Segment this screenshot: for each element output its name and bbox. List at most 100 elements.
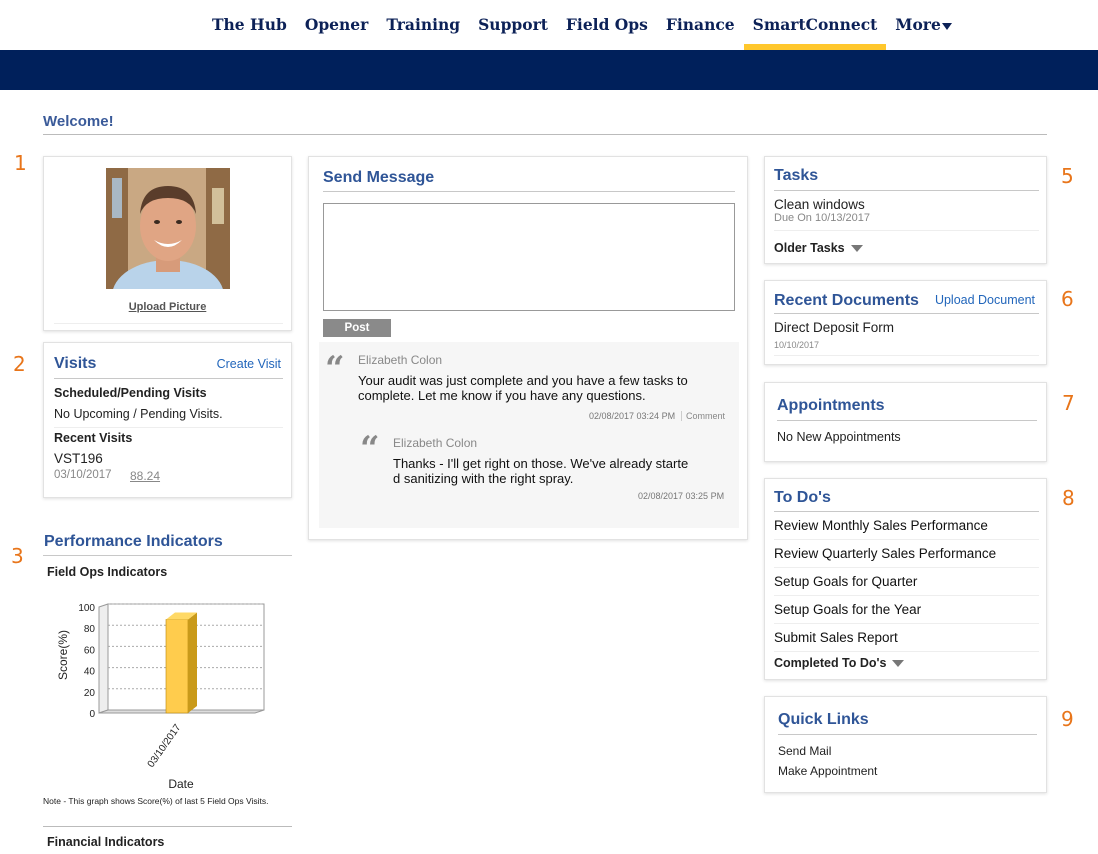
- create-visit-link[interactable]: Create Visit: [217, 357, 281, 371]
- profile-divider: [54, 323, 283, 324]
- todo-item[interactable]: Review Quarterly Sales Performance: [774, 546, 996, 561]
- tasks-rule: [774, 190, 1039, 191]
- chart-bars: [165, 612, 197, 714]
- chart-note: Note - This graph shows Score(%) of last…: [43, 796, 269, 806]
- post-author: Elizabeth Colon: [358, 353, 443, 367]
- nav-item-support[interactable]: Support: [469, 0, 557, 50]
- older-tasks-label: Older Tasks: [774, 241, 845, 255]
- scheduled-visits-value: No Upcoming / Pending Visits.: [54, 407, 223, 421]
- todos-title: To Do's: [774, 489, 831, 506]
- post-timestamp: 02/08/2017 03:24 PM: [589, 411, 676, 421]
- send-message-title: Send Message: [323, 169, 435, 186]
- nav-item-smartconnect[interactable]: SmartConnect: [743, 0, 887, 50]
- todos-card: To Do's Review Monthly Sales Performance…: [764, 478, 1047, 680]
- nav-item-more[interactable]: More: [886, 0, 961, 50]
- tasks-card: Tasks Clean windows Due On 10/13/2017 Ol…: [764, 156, 1047, 264]
- recent-visit-id[interactable]: VST196: [54, 451, 103, 466]
- section-number-1: 1: [14, 151, 27, 175]
- section-number-2: 2: [13, 352, 26, 376]
- post-button[interactable]: Post: [323, 319, 391, 337]
- performance-chart: 0 20 40 60 80 100 03/10/2017 Score(%) Date: [56, 603, 265, 791]
- caret-down-icon: [941, 22, 952, 30]
- field-ops-indicators-label: Field Ops Indicators: [47, 565, 168, 579]
- todo-divider: [774, 595, 1039, 596]
- comment-link[interactable]: Comment: [681, 411, 725, 421]
- tasks-divider: [774, 230, 1039, 231]
- section-number-9: 9: [1061, 707, 1074, 731]
- todo-item[interactable]: Setup Goals for the Year: [774, 602, 921, 617]
- triangle-down-icon: [892, 660, 905, 668]
- post-text-line-1: Your audit was just complete and you hav…: [358, 373, 688, 388]
- section-number-3: 3: [11, 544, 24, 568]
- reply-author: Elizabeth Colon: [393, 436, 478, 450]
- recent-visit-score[interactable]: 88.24: [130, 469, 160, 483]
- chart-bar: [165, 619, 189, 714]
- nav-item-training[interactable]: Training: [377, 0, 469, 50]
- completed-todos-toggle[interactable]: Completed To Do's: [774, 656, 905, 670]
- visits-title: Visits: [54, 355, 97, 372]
- section-number-6: 6: [1061, 287, 1074, 311]
- title-divider: [43, 134, 1047, 135]
- recent-visit-date: 03/10/2017: [54, 469, 112, 481]
- chart-y-axis-label: Score(%): [56, 630, 70, 680]
- chart-y-tick-label: 100: [78, 603, 95, 614]
- performance-title: Performance Indicators: [44, 533, 223, 550]
- chart-y-tick-label: 0: [89, 709, 95, 720]
- todo-item[interactable]: Review Monthly Sales Performance: [774, 518, 988, 533]
- section-number-5: 5: [1061, 164, 1074, 188]
- reply-timestamp: 02/08/2017 03:25 PM: [638, 491, 725, 501]
- task-name[interactable]: Clean windows: [774, 197, 865, 212]
- todo-divider: [774, 651, 1039, 652]
- financial-divider: [43, 826, 292, 827]
- avatar[interactable]: [106, 168, 230, 289]
- nav-item-the-hub[interactable]: The Hub: [203, 0, 296, 50]
- nav-items: The Hub Opener Training Support Field Op…: [203, 0, 961, 50]
- tasks-title: Tasks: [774, 167, 819, 184]
- triangle-down-icon: [850, 245, 863, 253]
- appointments-title: Appointments: [777, 397, 885, 414]
- nav-item-finance[interactable]: Finance: [657, 0, 744, 50]
- message-textarea[interactable]: [323, 203, 735, 311]
- nav-item-field-ops[interactable]: Field Ops: [557, 0, 657, 50]
- todo-divider: [774, 567, 1039, 568]
- send-message-card: Send Message Post “ Elizabeth Colon Your…: [308, 156, 748, 540]
- chart-y-ticks: 0 20 40 60 80 100: [78, 603, 95, 720]
- documents-rule: [774, 313, 1039, 314]
- chart-x-ticks: 03/10/2017: [146, 722, 184, 770]
- avatar-image: [106, 168, 230, 289]
- todo-divider: [774, 539, 1039, 540]
- top-navigation: The Hub Opener Training Support Field Op…: [0, 0, 1098, 50]
- older-tasks-toggle[interactable]: Older Tasks: [774, 241, 863, 255]
- header-banner: [0, 50, 1098, 90]
- chart-bar-side: [188, 612, 197, 713]
- message-feed: “ Elizabeth Colon Your audit was just co…: [319, 342, 739, 528]
- upload-document-link[interactable]: Upload Document: [935, 293, 1035, 307]
- appointments-rule: [777, 420, 1037, 421]
- reply-text-line-1: Thanks - I'll get right on those. We've …: [393, 456, 689, 471]
- quick-link-send-mail[interactable]: Send Mail: [778, 744, 831, 758]
- quick-link-make-appointment[interactable]: Make Appointment: [778, 764, 877, 778]
- todo-item[interactable]: Submit Sales Report: [774, 630, 898, 645]
- todo-item[interactable]: Setup Goals for Quarter: [774, 574, 917, 589]
- nav-more-label: More: [895, 15, 941, 34]
- send-message-rule: [323, 191, 735, 192]
- visits-card: Visits Create Visit Scheduled/Pending Vi…: [43, 342, 292, 498]
- chart-y-tick-label: 80: [84, 624, 96, 635]
- appointments-card: Appointments No New Appointments: [764, 382, 1047, 462]
- financial-indicators-label: Financial Indicators: [47, 835, 165, 849]
- quick-links-rule: [778, 734, 1037, 735]
- documents-divider: [774, 355, 1039, 356]
- profile-card: Upload Picture: [43, 156, 292, 331]
- document-name[interactable]: Direct Deposit Form: [774, 320, 894, 335]
- chart-y-tick-label: 40: [84, 667, 96, 678]
- documents-card: Recent Documents Upload Document Direct …: [764, 280, 1047, 365]
- task-due-date: Due On 10/13/2017: [774, 212, 871, 224]
- upload-picture-link[interactable]: Upload Picture: [44, 301, 291, 313]
- nav-item-opener[interactable]: Opener: [296, 0, 378, 50]
- chart-x-axis-label: Date: [168, 777, 194, 791]
- section-number-7: 7: [1062, 391, 1075, 415]
- documents-title: Recent Documents: [774, 292, 919, 309]
- chart-y-tick-label: 60: [84, 645, 96, 656]
- completed-todos-label: Completed To Do's: [774, 656, 887, 670]
- visits-divider: [54, 427, 283, 428]
